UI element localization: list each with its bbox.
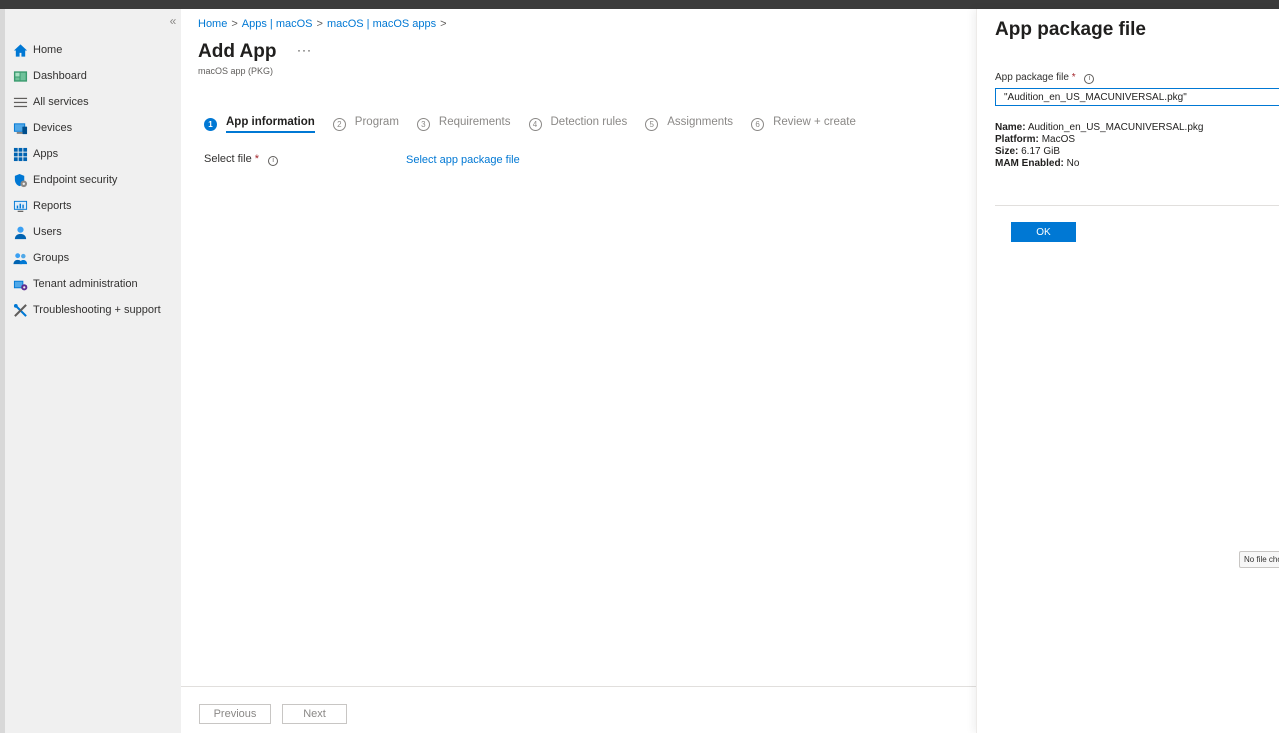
step-number: 3 bbox=[416, 118, 430, 131]
breadcrumb-macos-apps[interactable]: macOS | macOS apps bbox=[327, 18, 436, 30]
step-label: Detection rules bbox=[550, 116, 628, 128]
groups-icon bbox=[12, 250, 28, 266]
all-services-icon bbox=[12, 94, 28, 110]
top-bar bbox=[0, 0, 1279, 9]
sidebar-item-label: Tenant administration bbox=[33, 278, 138, 290]
step-label: Program bbox=[354, 116, 399, 128]
required-mark: * bbox=[254, 153, 260, 165]
sidebar-item-label: Groups bbox=[33, 252, 70, 264]
breadcrumb: Home > Apps | macOS > macOS | macOS apps… bbox=[198, 18, 447, 30]
sidebar-item-users[interactable]: Users bbox=[5, 219, 181, 245]
sidebar: « Home Dashboard All services Devices Ap… bbox=[0, 9, 181, 733]
endpoint-security-icon bbox=[12, 172, 28, 188]
step-assignments[interactable]: 5 Assignments bbox=[645, 116, 733, 133]
breadcrumb-separator: > bbox=[316, 18, 323, 30]
sidebar-item-label: Devices bbox=[33, 122, 73, 134]
tenant-admin-icon bbox=[12, 276, 28, 292]
more-options-button[interactable]: ··· bbox=[297, 43, 312, 57]
select-app-package-file-link[interactable]: Select app package file bbox=[406, 154, 520, 166]
step-detection-rules[interactable]: 4 Detection rules bbox=[528, 116, 628, 133]
info-icon[interactable]: i bbox=[1084, 74, 1095, 84]
sidebar-item-reports[interactable]: Reports bbox=[5, 193, 181, 219]
step-label: Assignments bbox=[667, 116, 734, 128]
required-mark: * bbox=[1071, 72, 1076, 83]
property-name: Name: Audition_en_US_MACUNIVERSAL.pkg bbox=[995, 122, 1204, 133]
step-requirements[interactable]: 3 Requirements bbox=[416, 116, 511, 133]
sidebar-item-devices[interactable]: Devices bbox=[5, 115, 181, 141]
package-properties: Name: Audition_en_US_MACUNIVERSAL.pkg Pl… bbox=[995, 122, 1203, 170]
step-review-create[interactable]: 6 Review + create bbox=[751, 116, 856, 133]
sidebar-item-label: Troubleshooting + support bbox=[33, 304, 161, 316]
collapse-sidebar-button[interactable]: « bbox=[166, 14, 180, 28]
sidebar-item-endpoint-security[interactable]: Endpoint security bbox=[5, 167, 181, 193]
troubleshooting-icon bbox=[12, 302, 28, 318]
app-package-file-input[interactable] bbox=[995, 88, 1279, 106]
step-program[interactable]: 2 Program bbox=[332, 116, 399, 133]
breadcrumb-separator: > bbox=[231, 18, 238, 30]
breadcrumb-separator: > bbox=[440, 18, 447, 30]
step-label: Requirements bbox=[438, 116, 511, 128]
sidebar-item-label: Dashboard bbox=[33, 70, 87, 82]
select-file-row: Select file * i Select app package file bbox=[204, 153, 904, 166]
select-file-label-text: Select file bbox=[204, 153, 252, 165]
property-platform: Platform: MacOS bbox=[995, 134, 1076, 145]
sidebar-item-label: Reports bbox=[33, 200, 72, 212]
step-number: 6 bbox=[751, 118, 765, 131]
main-content: Home > Apps | macOS > macOS | macOS apps… bbox=[181, 9, 976, 733]
select-file-label: Select file * i bbox=[204, 153, 406, 166]
sidebar-item-label: Endpoint security bbox=[33, 174, 118, 186]
step-label: Review + create bbox=[773, 116, 856, 128]
step-number: 4 bbox=[528, 118, 542, 131]
sidebar-item-all-services[interactable]: All services bbox=[5, 89, 181, 115]
devices-icon bbox=[12, 120, 28, 136]
sidebar-item-apps[interactable]: Apps bbox=[5, 141, 181, 167]
sidebar-item-dashboard[interactable]: Dashboard bbox=[5, 63, 181, 89]
step-number: 1 bbox=[204, 118, 217, 131]
previous-button[interactable]: Previous bbox=[199, 704, 271, 724]
page-title: Add App bbox=[198, 41, 277, 62]
sidebar-item-label: Apps bbox=[33, 148, 59, 160]
no-file-chosen-label[interactable]: No file chosen bbox=[1239, 551, 1279, 568]
info-icon[interactable]: i bbox=[268, 156, 279, 166]
app-package-file-panel: App package file App package file * i Na… bbox=[976, 9, 1279, 733]
app-package-file-label: App package file * i bbox=[995, 72, 1095, 84]
breadcrumb-apps-macos[interactable]: Apps | macOS bbox=[242, 18, 313, 30]
users-icon bbox=[12, 224, 28, 240]
sidebar-item-label: Home bbox=[33, 44, 63, 56]
breadcrumb-home[interactable]: Home bbox=[198, 18, 227, 30]
sidebar-item-groups[interactable]: Groups bbox=[5, 245, 181, 271]
sidebar-item-tenant-administration[interactable]: Tenant administration bbox=[5, 271, 181, 297]
sidebar-item-troubleshooting[interactable]: Troubleshooting + support bbox=[5, 297, 181, 323]
reports-icon bbox=[12, 198, 28, 214]
apps-icon bbox=[12, 146, 28, 162]
ok-button[interactable]: OK bbox=[1011, 222, 1076, 242]
page-subtitle: macOS app (PKG) bbox=[198, 66, 274, 76]
sidebar-item-label: All services bbox=[33, 96, 89, 108]
wizard-footer: Previous Next bbox=[181, 686, 976, 733]
wizard-steps: 1 App information 2 Program 3 Requiremen… bbox=[204, 116, 874, 133]
property-mam-enabled: MAM Enabled: No bbox=[995, 158, 1080, 169]
step-number: 5 bbox=[645, 118, 659, 131]
app-package-file-label-text: App package file bbox=[995, 72, 1069, 83]
property-size: Size: 6.17 GiB bbox=[995, 146, 1061, 157]
panel-title: App package file bbox=[995, 19, 1146, 40]
step-app-information[interactable]: 1 App information bbox=[204, 116, 315, 133]
panel-divider bbox=[995, 205, 1279, 206]
sidebar-nav: Home Dashboard All services Devices Apps bbox=[5, 37, 181, 323]
home-icon bbox=[12, 42, 28, 58]
next-button[interactable]: Next bbox=[282, 704, 347, 724]
step-number: 2 bbox=[332, 118, 346, 131]
sidebar-item-home[interactable]: Home bbox=[5, 37, 181, 63]
dashboard-icon bbox=[12, 68, 28, 84]
step-label: App information bbox=[226, 116, 315, 133]
sidebar-item-label: Users bbox=[33, 226, 62, 238]
